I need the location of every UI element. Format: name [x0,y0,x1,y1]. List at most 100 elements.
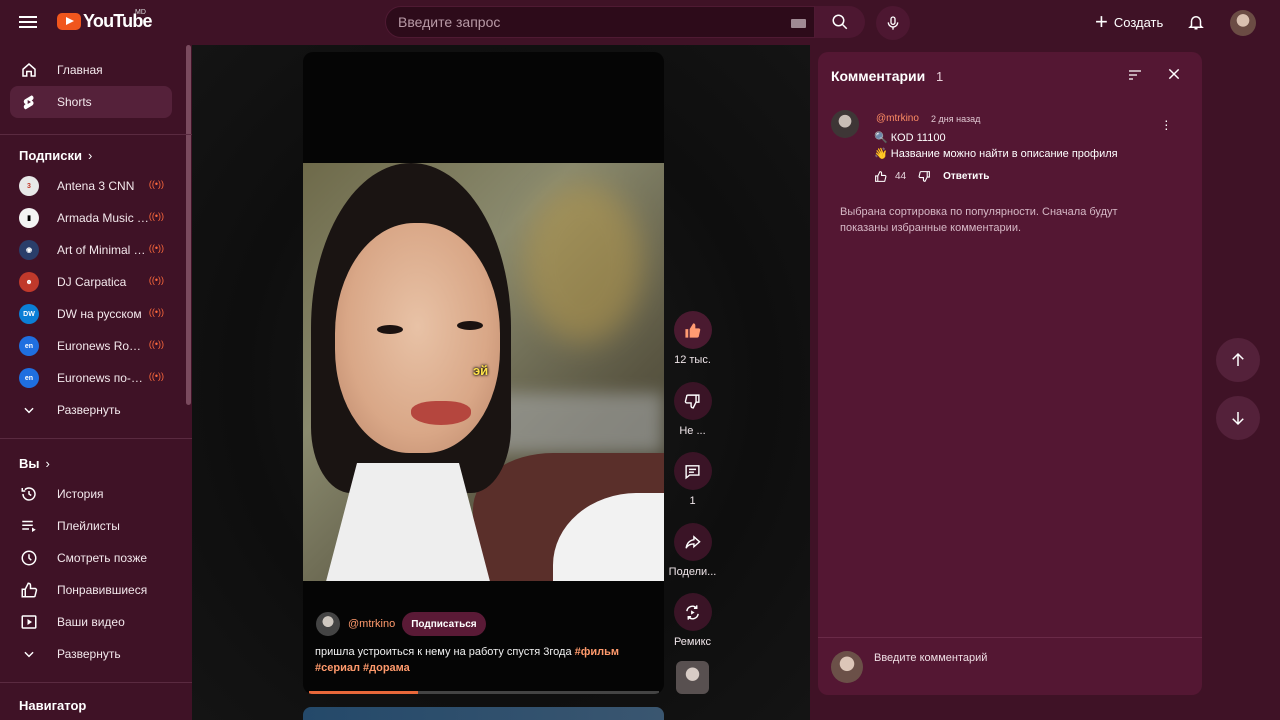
sidebar-item-history[interactable]: История [10,478,172,510]
bell-icon [1188,16,1204,30]
sidebar-item-label: Ваши видео [57,615,125,629]
voice-search-button[interactable] [876,6,910,40]
close-icon [1168,68,1180,80]
logo-region: MD [135,9,146,16]
comments-count: 1 [936,69,944,84]
sidebar-item-subscription[interactable]: ▮ Armada Music TV ((•)) [10,202,172,234]
remix-action[interactable]: Ремикс [665,593,720,648]
sidebar-item-subscription[interactable]: en Euronews Roma... ((•)) [10,330,172,362]
hashtag-link[interactable]: #фильм [575,646,619,658]
waving-hand-emoji-icon: 👋 [874,148,888,160]
youtube-logo[interactable]: YouTube MD [57,9,153,32]
comment-input[interactable] [874,652,1174,664]
account-avatar[interactable] [1230,10,1256,36]
share-action[interactable]: Подели... [665,523,720,578]
notifications-button[interactable] [1187,12,1205,37]
video-channel-row: @mtrkino Подписаться [316,612,486,636]
close-comments-button[interactable] [1166,66,1182,87]
sort-icon [1129,70,1141,80]
dislike-action[interactable]: Не ... [665,382,720,437]
sidebar-item-label: История [57,487,104,501]
subscriptions-title: Подписки [19,148,82,163]
thumbs-up-icon[interactable] [874,170,887,183]
sidebar-item-subscription[interactable]: DW DW на русском ((•)) [10,298,172,330]
create-button[interactable]: + Создать [1087,8,1171,36]
next-video-preview[interactable] [303,707,664,720]
comment-menu-button[interactable]: · · · [1164,113,1169,135]
comments-panel: Комментарии 1 @mtrkino 2 дня назад · · · 🔍… [818,52,1202,695]
live-icon: ((•)) [148,371,164,381]
channel-avatar: en [19,368,39,388]
channel-avatar: ▮ [19,208,39,228]
chevron-right-icon: › [87,148,93,163]
sidebar-item-playlists[interactable]: Плейлисты [10,510,172,542]
sidebar-item-subscription[interactable]: en Euronews по-рус... ((•)) [10,362,172,394]
sidebar-item-label: DJ Carpatica [57,275,127,289]
sidebar-item-your-videos[interactable]: Ваши видео [10,606,172,638]
previous-short-button[interactable] [1216,338,1260,382]
sidebar-item-shorts[interactable]: Shorts [10,86,172,118]
sidebar-item-label: Shorts [57,95,92,109]
arrow-down-icon [1232,412,1244,426]
your-videos-icon [21,615,37,629]
sidebar-item-label: Смотреть позже [57,551,148,565]
live-icon: ((•)) [148,339,164,349]
comment-author[interactable]: @mtrkino [876,113,919,124]
sidebar-item-label: Euronews Roma... [57,339,149,353]
dislike-label: Не ... [679,425,706,437]
sound-thumbnail[interactable] [676,661,709,694]
sidebar-divider [0,438,192,439]
sidebar-divider [0,682,192,683]
subscriptions-header[interactable]: Подписки › [19,148,92,163]
you-title: Вы [19,456,40,471]
sidebar-item-subscription[interactable]: ◉ Art of Minimal T... ((•)) [10,234,172,266]
search-button[interactable] [815,6,865,38]
keyboard-icon[interactable] [791,19,806,28]
sidebar-item-subscription[interactable]: 3 Antena 3 CNN ((•)) [10,170,172,202]
comments-action[interactable]: 1 [665,452,720,507]
channel-avatar: ☻ [19,272,39,292]
sidebar-item-liked[interactable]: Понравившиеся [10,574,172,606]
home-icon [22,63,36,77]
comment-like-count: 44 [895,171,907,182]
reply-button[interactable]: Ответить [943,171,989,182]
expand-you-button[interactable]: Развернуть [10,638,172,670]
sidebar-item-label: Art of Minimal T... [57,243,149,257]
search-box[interactable] [385,6,815,38]
comment-time: 2 дня назад [931,114,981,124]
you-header[interactable]: Вы › [19,456,50,471]
comments-title: Комментарии [831,68,926,84]
next-short-button[interactable] [1216,396,1260,440]
channel-handle[interactable]: @mtrkino [348,618,395,630]
chevron-down-icon [24,407,34,414]
sidebar-item-home[interactable]: Главная [10,54,172,86]
sidebar-scrollbar[interactable] [186,45,191,405]
create-label: Создать [1113,14,1164,30]
channel-avatar[interactable] [316,612,340,636]
video-progress-bar[interactable] [309,691,659,694]
thumbs-down-icon[interactable] [918,170,931,183]
menu-icon[interactable] [19,13,37,31]
sort-notice: Выбрана сортировка по популярности. Снач… [840,206,1118,234]
live-icon: ((•)) [148,243,164,253]
subscribe-button[interactable]: Подписаться [402,612,486,636]
channel-avatar: DW [19,304,39,324]
search-icon [832,14,848,30]
hashtag-link[interactable]: #дорама [363,662,410,674]
sidebar-item-subscription[interactable]: ☻ DJ Carpatica ((•)) [10,266,172,298]
thumbs-up-icon [685,322,701,338]
comment-author-avatar[interactable] [831,110,859,138]
chevron-right-icon: › [45,456,50,471]
short-video-player[interactable]: эй @mtrkino Подписаться пришла устроитьс… [303,52,664,694]
watch-later-icon [21,550,37,566]
microphone-icon [887,16,899,30]
search-input[interactable] [398,14,778,30]
sidebar-item-watch-later[interactable]: Смотреть позже [10,542,172,574]
sort-button[interactable] [1126,67,1144,88]
expand-subscriptions-button[interactable]: Развернуть [10,394,172,426]
thumbs-down-icon [684,393,700,409]
comment-icon [685,464,700,479]
hashtag-link[interactable]: #сериал [315,662,360,674]
sidebar-item-label: Главная [57,63,103,77]
like-action[interactable]: 12 тыс. [665,311,720,366]
